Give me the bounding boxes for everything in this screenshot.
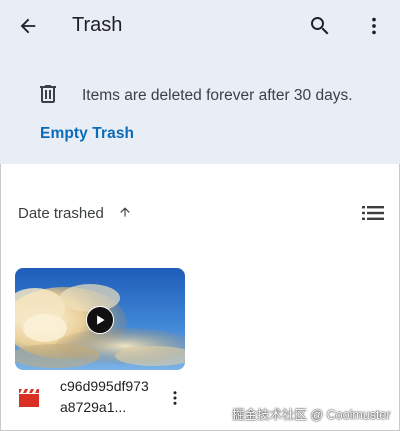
video-clapper-icon: [19, 389, 39, 407]
search-button[interactable]: [306, 12, 334, 40]
search-icon: [311, 17, 329, 35]
trash-info-banner: Items are deleted forever after 30 days.…: [0, 52, 400, 164]
play-button[interactable]: [86, 306, 114, 334]
more-options-button[interactable]: [360, 12, 388, 40]
watermark: 掘金技术社区 @ Coolmuster: [232, 408, 391, 422]
more-vert-icon: [372, 17, 376, 35]
list-view-icon[interactable]: [360, 202, 386, 224]
top-app-bar: Trash: [0, 0, 400, 52]
back-button[interactable]: [14, 12, 42, 40]
arrow-back-icon: [20, 18, 36, 34]
play-icon: [97, 315, 105, 325]
page-title: Trash: [72, 14, 123, 36]
file-more-button[interactable]: [165, 386, 185, 410]
arrow-up-icon[interactable]: [118, 204, 132, 220]
banner-message: Items are deleted forever after 30 days.: [82, 87, 353, 104]
file-name[interactable]: c96d995df973a8729a1...: [60, 376, 152, 418]
more-vert-icon: [173, 391, 177, 405]
empty-trash-button[interactable]: Empty Trash: [40, 125, 134, 143]
sort-by-button[interactable]: Date trashed: [18, 205, 104, 222]
sort-bar: Date trashed: [0, 196, 400, 232]
trash-can-icon: [40, 85, 56, 103]
